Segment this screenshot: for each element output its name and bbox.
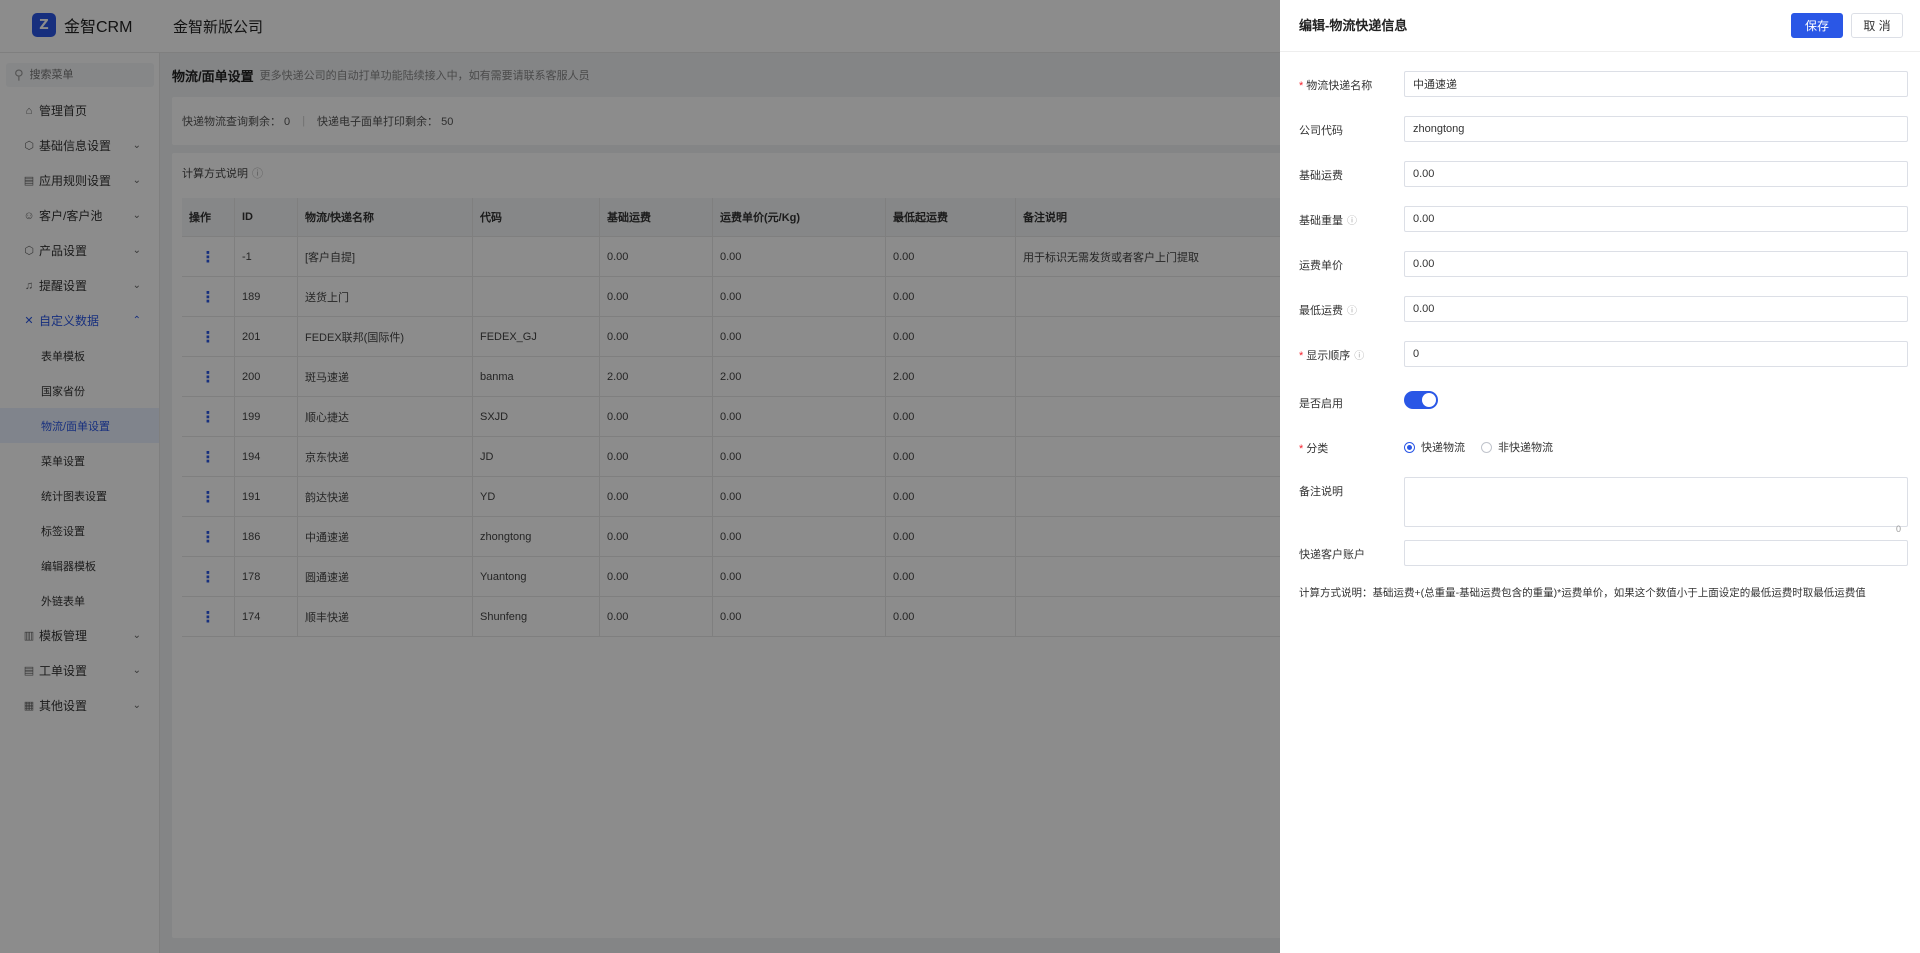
field-label-text: 基础运费 bbox=[1299, 170, 1343, 182]
base-fee-input[interactable] bbox=[1404, 161, 1908, 187]
remark-textarea[interactable] bbox=[1404, 477, 1908, 527]
field-min-fee: 最低运费 ⓘ bbox=[1299, 296, 1908, 322]
field-label: * 物流快递名称 bbox=[1299, 77, 1372, 93]
field-label: 快递客户账户 bbox=[1299, 546, 1365, 562]
field-unit-price: 运费单价 bbox=[1299, 251, 1908, 277]
field-label: 基础重量 ⓘ bbox=[1299, 212, 1357, 228]
field-label-text: 基础重量 bbox=[1299, 215, 1343, 227]
drawer-title: 编辑-物流快递信息 bbox=[1299, 18, 1408, 33]
field-enabled: 是否启用 bbox=[1299, 389, 1905, 415]
field-label: 运费单价 bbox=[1299, 257, 1343, 273]
field-base-fee: 基础运费 bbox=[1299, 161, 1908, 187]
field-label-text: 运费单价 bbox=[1299, 260, 1343, 272]
category-radio-express[interactable]: 快递物流 bbox=[1404, 439, 1465, 455]
field-account: 快递客户账户 bbox=[1299, 540, 1908, 566]
field-label: 是否启用 bbox=[1299, 395, 1343, 411]
field-label-text: 快递客户账户 bbox=[1299, 549, 1365, 561]
char-count: 0 bbox=[1896, 524, 1902, 534]
code-input[interactable] bbox=[1404, 116, 1908, 142]
category-radio-non-express[interactable]: 非快递物流 bbox=[1481, 439, 1553, 455]
field-sort: * 显示顺序 ⓘ bbox=[1299, 341, 1908, 367]
field-label: * 分类 bbox=[1299, 440, 1328, 456]
field-label-text: 分类 bbox=[1306, 443, 1329, 455]
field-label: 最低运费 ⓘ bbox=[1299, 302, 1357, 318]
cancel-button[interactable]: 取 消 bbox=[1851, 13, 1903, 38]
field-category: * 分类 快递物流 非快递物流 bbox=[1299, 434, 1905, 460]
radio-label: 快递物流 bbox=[1421, 442, 1465, 454]
field-label: 备注说明 bbox=[1299, 483, 1343, 499]
sort-input[interactable] bbox=[1404, 341, 1908, 367]
field-label: 公司代码 bbox=[1299, 122, 1343, 138]
edit-drawer: 编辑-物流快递信息 保存 取 消 *物流快递名称 公司代码 基础运费 基础重量ⓘ… bbox=[1280, 0, 1920, 953]
unit-price-input[interactable] bbox=[1404, 251, 1908, 277]
radio-checked-icon bbox=[1404, 441, 1415, 453]
required-mark: * bbox=[1299, 350, 1304, 362]
name-input[interactable] bbox=[1404, 71, 1908, 97]
save-button[interactable]: 保存 bbox=[1791, 13, 1843, 38]
field-label: * 显示顺序 ⓘ bbox=[1299, 347, 1364, 363]
field-code: 公司代码 bbox=[1299, 116, 1908, 142]
radio-unchecked-icon bbox=[1481, 441, 1492, 453]
help-icon[interactable]: ⓘ bbox=[1347, 306, 1357, 317]
base-weight-input[interactable] bbox=[1404, 206, 1908, 232]
min-fee-input[interactable] bbox=[1404, 296, 1908, 322]
account-input[interactable] bbox=[1404, 540, 1908, 566]
field-label-text: 显示顺序 bbox=[1306, 350, 1351, 362]
field-label: 基础运费 bbox=[1299, 167, 1343, 183]
help-icon[interactable]: ⓘ bbox=[1347, 216, 1357, 227]
required-mark: * bbox=[1299, 80, 1304, 92]
field-label-text: 公司代码 bbox=[1299, 125, 1343, 137]
enabled-toggle[interactable] bbox=[1404, 391, 1438, 409]
required-mark: * bbox=[1299, 443, 1304, 455]
field-base-weight: 基础重量 ⓘ bbox=[1299, 206, 1908, 232]
calc-note: 计算方式说明：基础运费+(总重量-基础运费包含的重量)*运费单价，如果这个数值小… bbox=[1299, 587, 1866, 599]
drawer-header: 编辑-物流快递信息 保存 取 消 bbox=[1280, 0, 1920, 52]
field-name: * 物流快递名称 bbox=[1299, 71, 1908, 97]
field-label-text: 最低运费 bbox=[1299, 305, 1343, 317]
toggle-knob bbox=[1422, 393, 1436, 407]
field-label-text: 物流快递名称 bbox=[1306, 80, 1373, 92]
help-icon[interactable]: ⓘ bbox=[1354, 351, 1364, 362]
radio-label: 非快递物流 bbox=[1498, 442, 1553, 454]
field-label-text: 是否启用 bbox=[1299, 398, 1343, 410]
field-remark: 备注说明 0 bbox=[1299, 477, 1908, 535]
field-label-text: 备注说明 bbox=[1299, 486, 1343, 498]
